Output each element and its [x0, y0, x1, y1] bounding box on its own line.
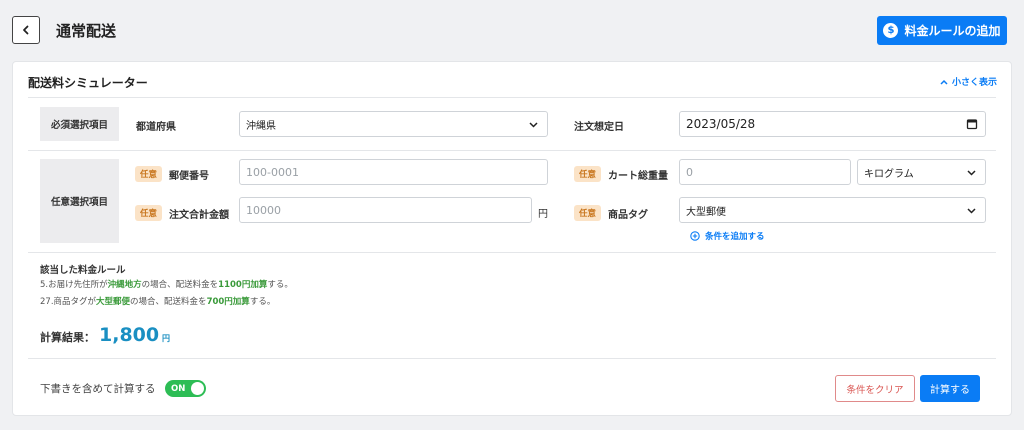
- dollar-circle-icon: $: [883, 23, 899, 38]
- product-tag-select[interactable]: 大型郵便: [679, 197, 986, 223]
- divider: [28, 358, 996, 359]
- order-date-input[interactable]: 2023/05/28: [679, 111, 986, 137]
- add-condition-link[interactable]: 条件を追加する: [690, 230, 765, 242]
- optional-badge: 任意: [574, 166, 602, 182]
- chevron-down-icon: [967, 170, 976, 176]
- back-button[interactable]: [12, 16, 40, 44]
- divider: [28, 97, 996, 98]
- add-rule-button[interactable]: $ 料金ルールの追加: [877, 16, 1007, 45]
- page-title: 通常配送: [56, 22, 117, 40]
- calculate-button[interactable]: 計算する: [920, 375, 980, 402]
- chevron-down-icon: [529, 122, 538, 128]
- optional-badge: 任意: [135, 166, 163, 182]
- order-date-value: 2023/05/28: [686, 117, 756, 131]
- collapse-link[interactable]: 小さく表示: [940, 75, 997, 88]
- weight-unit-select[interactable]: キログラム: [857, 159, 986, 185]
- required-group-label: 必須選択項目: [40, 107, 119, 141]
- draft-toggle[interactable]: ON: [165, 380, 206, 397]
- optional-badge: 任意: [135, 205, 163, 221]
- chevron-up-icon: [940, 79, 948, 85]
- matched-rules-title: 該当した料金ルール: [40, 265, 126, 276]
- order-total-input[interactable]: 10000: [239, 197, 532, 223]
- cart-weight-placeholder: 0: [686, 165, 693, 179]
- yen-unit: 円: [538, 209, 548, 220]
- collapse-label: 小さく表示: [951, 78, 997, 88]
- matched-rule-line: 27.商品タグが大型郵便の場合、配送料金を700円加算する。: [40, 297, 276, 307]
- prefecture-select[interactable]: 沖縄県: [239, 111, 548, 137]
- simulator-title: 配送料シミュレーター: [28, 76, 148, 90]
- result-unit: 円: [162, 334, 170, 343]
- cart-weight-input[interactable]: 0: [679, 159, 851, 185]
- cart-weight-label: カート総重量: [608, 171, 668, 182]
- postal-placeholder: 100-0001: [246, 165, 299, 179]
- postal-input[interactable]: 100-0001: [239, 159, 548, 185]
- divider: [28, 150, 996, 151]
- result-label: 計算結果：: [40, 331, 95, 344]
- optional-group-label: 任意選択項目: [40, 159, 119, 243]
- calendar-icon[interactable]: [966, 118, 978, 130]
- add-condition-label: 条件を追加する: [705, 232, 765, 242]
- order-total-placeholder: 10000: [246, 203, 281, 217]
- toggle-knob: [191, 382, 204, 395]
- add-rule-label: 料金ルールの追加: [904, 24, 1001, 38]
- clear-conditions-button[interactable]: 条件をクリア: [835, 375, 915, 402]
- plus-circle-icon: [690, 231, 700, 241]
- order-total-label: 注文合計金額: [169, 210, 229, 221]
- product-tag-label: 商品タグ: [608, 210, 648, 221]
- product-tag-value: 大型郵便: [686, 206, 726, 218]
- toggle-label: ON: [171, 383, 186, 394]
- divider: [28, 252, 996, 253]
- order-date-label: 注文想定日: [574, 122, 624, 133]
- chevron-left-icon: [23, 25, 29, 35]
- simulator-card: 配送料シミュレーター 小さく表示 必須選択項目 都道府県 沖縄県 注文想定日 2…: [12, 61, 1012, 416]
- draft-include-label: 下書きを含めて計算する: [40, 383, 156, 395]
- matched-rule-line: 5.お届け先住所が沖縄地方の場合、配送料金を1100円加算する。: [40, 280, 293, 290]
- prefecture-label: 都道府県: [136, 122, 176, 133]
- optional-badge: 任意: [574, 205, 602, 221]
- chevron-down-icon: [967, 208, 976, 214]
- prefecture-value: 沖縄県: [246, 120, 276, 132]
- result-value: 1,800: [99, 324, 160, 346]
- weight-unit-value: キログラム: [864, 168, 914, 180]
- postal-label: 郵便番号: [169, 171, 209, 182]
